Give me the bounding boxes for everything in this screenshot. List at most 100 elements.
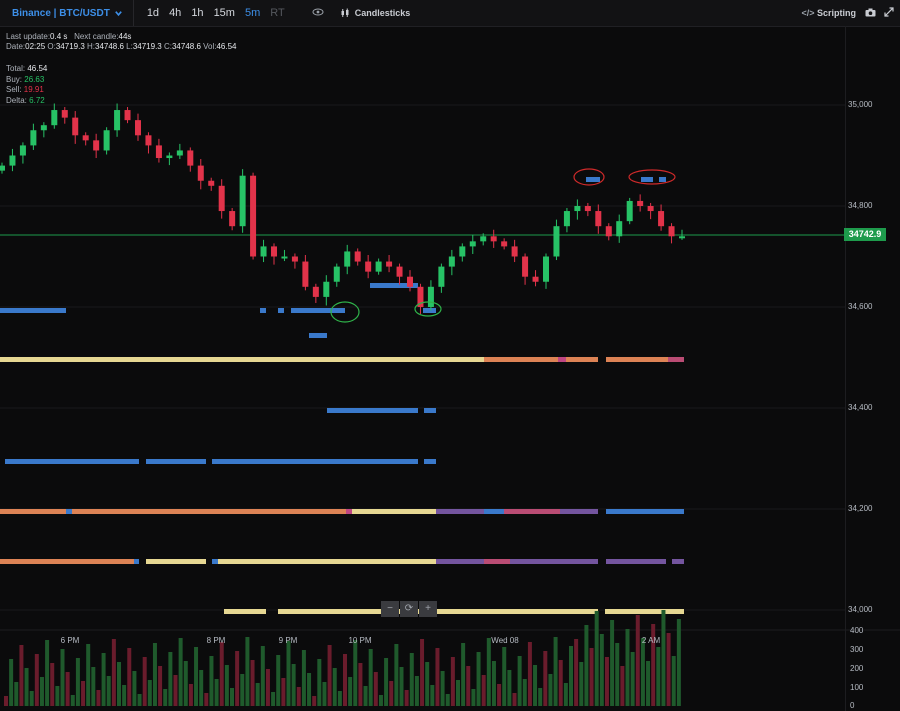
candle-body <box>40 125 47 131</box>
volume-bar <box>281 678 286 706</box>
volume-bar <box>420 639 425 706</box>
volume-bar <box>389 681 394 706</box>
volume-tick: 300 <box>850 645 864 654</box>
volume-bar <box>630 652 635 706</box>
volume-bar <box>584 625 589 706</box>
candle-body <box>668 226 675 237</box>
liquidity-wall <box>423 308 436 313</box>
volume-bar <box>65 672 70 706</box>
candle-body <box>647 206 654 212</box>
volume-bar <box>620 666 625 706</box>
liquidity-wall <box>146 459 206 464</box>
volume-bar <box>158 666 163 706</box>
zoom-in-button[interactable]: + <box>419 601 437 617</box>
volume-bar <box>543 651 548 706</box>
volume-tick: 400 <box>850 626 864 635</box>
volume-bar <box>296 687 301 706</box>
volume-bar <box>558 660 563 706</box>
candle-body <box>312 286 319 297</box>
sell-value: 19.91 <box>23 85 44 94</box>
volume-bar <box>204 693 209 706</box>
zoom-controls: − ⟳ + <box>381 601 437 617</box>
delta-label: Delta: <box>6 95 27 105</box>
candle-body <box>386 261 393 267</box>
volume-bar <box>286 641 291 706</box>
candle-body <box>93 140 100 151</box>
time-tick: Wed 08 <box>491 636 519 645</box>
buy-label: Buy: <box>6 74 23 84</box>
liquidity-wall <box>146 559 206 564</box>
volume-tick: 200 <box>850 664 864 673</box>
liquidity-wall <box>352 509 436 514</box>
volume-bar <box>250 660 255 706</box>
candle-body <box>469 241 476 247</box>
liquidity-wall <box>668 357 684 362</box>
liquidity-wall <box>278 609 598 614</box>
zoom-out-button[interactable]: − <box>381 601 399 617</box>
candle-body <box>229 211 236 227</box>
liquidity-wall <box>212 459 418 464</box>
time-tick: 2 AM <box>641 636 661 645</box>
price-tick: 34,600 <box>848 302 873 311</box>
volume-bar <box>353 640 358 706</box>
volume-bar <box>399 667 404 706</box>
liquidity-wall <box>134 559 139 564</box>
liquidity-wall <box>5 459 139 464</box>
volume-bar <box>219 642 224 706</box>
volume-bar <box>579 662 584 706</box>
liquidity-wall <box>484 509 504 514</box>
candle-body <box>616 221 623 237</box>
volume-bar <box>676 619 681 706</box>
candle-body <box>323 281 330 297</box>
volume-bar <box>569 646 573 706</box>
volume-bar <box>24 668 29 706</box>
liquidity-wall <box>672 559 684 564</box>
liquidity-wall <box>436 559 484 564</box>
volume-bar <box>209 656 214 706</box>
volume-bar <box>507 670 512 706</box>
open-value: 34719.3 <box>55 42 85 51</box>
liquidity-wall <box>560 509 598 514</box>
candle-body <box>501 241 508 247</box>
volume-bar <box>332 668 337 706</box>
volume-bar <box>481 675 486 706</box>
volume-bar <box>538 688 543 706</box>
liquidity-wall <box>260 308 266 313</box>
liquidity-wall <box>291 308 345 313</box>
liquidity-wall <box>424 408 436 413</box>
volume-bar <box>425 662 430 706</box>
volume-bar <box>188 684 193 706</box>
candle-body <box>396 266 403 277</box>
price-tick: 34,800 <box>848 201 873 210</box>
volume-bar <box>50 663 55 706</box>
volume-bar <box>445 694 450 706</box>
volume-bar <box>527 642 532 706</box>
time-tick: 8 PM <box>206 636 226 645</box>
liquidity-wall <box>72 509 346 514</box>
delta-value: 6.72 <box>29 95 45 105</box>
liquidity-wall <box>278 308 284 313</box>
price-chart[interactable] <box>0 0 900 711</box>
volume-bar <box>343 654 347 706</box>
candle-body <box>51 110 58 126</box>
candle-body <box>365 261 372 272</box>
date-label: Date: <box>6 42 26 51</box>
candle-body <box>208 180 215 186</box>
volume-bar <box>368 649 373 706</box>
low-label: L: <box>126 42 133 51</box>
volume-bar <box>378 695 383 706</box>
high-value: 34748.6 <box>95 42 124 51</box>
candle-body <box>0 165 5 171</box>
candle-body <box>407 276 413 287</box>
volume-bar <box>414 676 419 706</box>
volume-bar <box>240 674 245 706</box>
candle-body <box>532 276 539 282</box>
volume-bar <box>476 652 481 706</box>
candle-body <box>333 266 340 282</box>
volume-bar <box>45 640 50 706</box>
reset-zoom-button[interactable]: ⟳ <box>400 601 418 617</box>
volume-bar <box>271 692 276 706</box>
candle-body <box>637 200 644 206</box>
liquidity-wall <box>586 177 600 182</box>
price-tick: 34,200 <box>848 504 873 513</box>
